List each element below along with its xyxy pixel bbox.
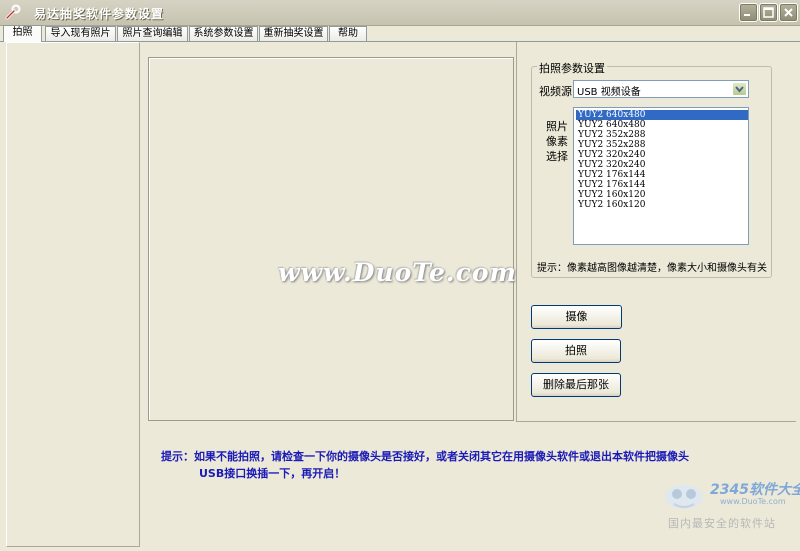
site-logo: 2345软件大全 www.DuoTe.com 国内最安全的软件站 [660, 471, 800, 533]
resolution-item[interactable]: YUY2 320x240 [576, 160, 748, 170]
camera-button[interactable]: 摄像 [531, 305, 622, 329]
video-source-label: 视频源 [539, 85, 572, 98]
maximize-button[interactable] [759, 3, 778, 22]
resolution-item[interactable]: YUY2 160x120 [576, 190, 748, 200]
pixel-label-line1: 照片 [546, 120, 568, 133]
title-bar: 易达抽奖软件参数设置 [0, 0, 800, 26]
resolution-item[interactable]: YUY2 640x480 [576, 120, 748, 130]
pixel-label-line3: 选择 [546, 150, 568, 163]
resolution-item[interactable]: YUY2 320x240 [576, 150, 748, 160]
photo-settings-title: 拍照参数设置 [537, 60, 607, 76]
photo-list-panel [6, 42, 140, 547]
tab-photo-query[interactable]: 照片查询编辑 [117, 26, 188, 41]
chevron-down-icon[interactable] [732, 82, 747, 96]
logo-slogan: 国内最安全的软件站 [668, 517, 776, 530]
resolution-item[interactable]: YUY2 160x120 [576, 200, 748, 210]
tab-redraw-settings[interactable]: 重新抽奖设置 [259, 26, 328, 41]
close-button[interactable] [779, 3, 798, 22]
logo-url: www.DuoTe.com [720, 497, 786, 506]
site-watermark: www.DuoTe.com [278, 258, 517, 287]
resolution-item[interactable]: YUY2 352x288 [576, 140, 748, 150]
video-source-value: USB 视频设备 [577, 87, 641, 98]
help-hint-line2: USB接口换插一下，再开启！ [199, 467, 346, 480]
logo-brand: 2345软件大全 [710, 482, 800, 498]
resolution-item[interactable]: YUY2 176x144 [576, 180, 748, 190]
help-hint-line1: 提示：如果不能拍照，请检查一下你的摄像头是否接好，或者关闭其它在用摄像头软件或退… [161, 450, 689, 463]
window-title: 易达抽奖软件参数设置 [34, 7, 165, 21]
tab-system-settings[interactable]: 系统参数设置 [189, 26, 258, 41]
capture-button[interactable]: 拍照 [531, 339, 621, 363]
resolution-item[interactable]: YUY2 640x480 [576, 110, 748, 120]
resolution-item[interactable]: YUY2 352x288 [576, 130, 748, 140]
tab-photo[interactable]: 拍照 [3, 25, 42, 42]
pixel-hint-text: 提示：像素越高图像越清楚，像素大小和摄像头有关 [537, 263, 767, 274]
video-source-select[interactable]: USB 视频设备 [573, 80, 749, 98]
mascot-icon [662, 477, 706, 514]
delete-last-button[interactable]: 删除最后那张 [531, 373, 621, 397]
wrench-icon [5, 4, 21, 20]
pixel-label-line2: 像素 [546, 135, 568, 148]
minimize-button[interactable] [739, 3, 758, 22]
resolution-item[interactable]: YUY2 176x144 [576, 170, 748, 180]
tab-help[interactable]: 帮助 [329, 26, 367, 41]
camera-preview-panel [148, 57, 514, 421]
tab-import-photos[interactable]: 导入现有照片 [45, 26, 116, 41]
resolution-listbox[interactable]: YUY2 640x480 YUY2 640x480 YUY2 352x288 Y… [573, 107, 749, 245]
